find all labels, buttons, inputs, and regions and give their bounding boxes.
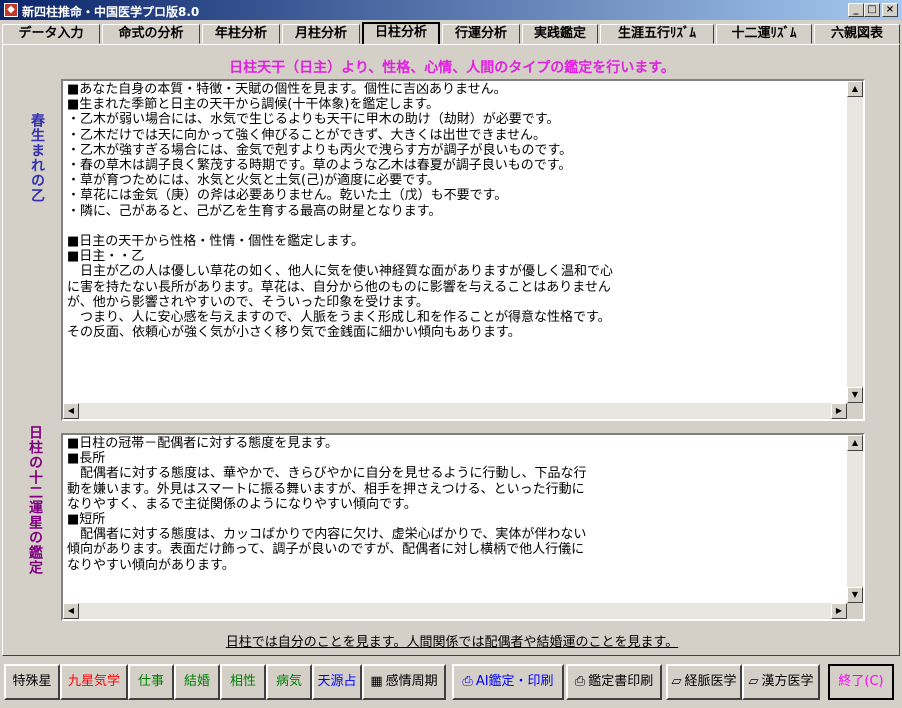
tab-bar: データ入力 命式の分析 年柱分析 月柱分析 日柱分析 行運分析 実践鑑定 生涯五… (0, 22, 902, 44)
main-panel: 日柱天干（日主）より、性格、心情、人間のタイプの鑑定を行います。 春生まれの乙 … (2, 44, 900, 656)
vertical-scrollbar[interactable]: ▲ ▼ (847, 435, 863, 603)
tab-month-pillar[interactable]: 月柱分析 (282, 24, 360, 44)
special-stars-button[interactable]: 特殊星 (4, 664, 60, 700)
marriage-button[interactable]: 結婚 (174, 664, 220, 700)
nine-star-button[interactable]: 九星気学 (60, 664, 128, 700)
app-icon: ◆ (4, 3, 18, 17)
tab-family-chart[interactable]: 六親図表 (814, 24, 900, 44)
title-bar: ◆ 新四柱推命・中国医学プロ版8.0 _ □ × (0, 0, 902, 20)
car-icon: ▱ (748, 674, 759, 689)
twelve-stages-textbox[interactable]: ■日柱の冠帯－配偶者に対する態度を見ます。 ■長所 配偶者に対する態度は、華やか… (61, 433, 865, 621)
illness-button[interactable]: 病気 (266, 664, 312, 700)
personality-textbox[interactable]: ■あなた自身の本質・特徴・天賦の個性を見ます。個性に吉凶ありません。 ■生まれた… (61, 79, 865, 421)
window-title: 新四柱推命・中国医学プロ版8.0 (22, 5, 200, 19)
scroll-corner (847, 603, 863, 619)
scroll-up-icon[interactable]: ▲ (847, 81, 863, 97)
meridian-medicine-button[interactable]: ▱ 経脈医学 (666, 664, 742, 700)
work-button[interactable]: 仕事 (128, 664, 174, 700)
maximize-button[interactable]: □ (864, 3, 880, 17)
section2-label: 日柱の十二運星の鑑定 (27, 425, 43, 575)
car-icon: ▱ (671, 674, 682, 689)
scroll-left-icon[interactable]: ◀ (63, 403, 79, 419)
scroll-down-icon[interactable]: ▼ (847, 387, 863, 403)
tab-meishiki[interactable]: 命式の分析 (102, 24, 200, 44)
page-heading: 日柱天干（日主）より、性格、心情、人間のタイプの鑑定を行います。 (229, 60, 675, 76)
horizontal-scrollbar[interactable]: ◀ ▶ (63, 403, 847, 419)
tab-year-pillar[interactable]: 年柱分析 (202, 24, 280, 44)
scroll-corner (847, 403, 863, 419)
section1-label: 春生まれの乙 (29, 113, 45, 203)
printer-icon: ⎙ (462, 674, 473, 689)
tab-lifetime-rhythm[interactable]: 生涯五行ﾘｽﾞﾑ (600, 24, 714, 44)
exit-button[interactable]: 終了(C) (828, 664, 894, 700)
bottom-toolbar: 特殊星 九星気学 仕事 結婚 相性 病気 天源占 ▦ 感情周期 ⎙ AI鑑定・印刷 … (0, 660, 902, 708)
tab-twelve-rhythm[interactable]: 十二運ﾘｽﾞﾑ (716, 24, 812, 44)
emotion-cycle-button[interactable]: ▦ 感情周期 (362, 664, 446, 700)
vertical-scrollbar[interactable]: ▲ ▼ (847, 81, 863, 403)
kampo-medicine-button[interactable]: ▱ 漢方医学 (742, 664, 820, 700)
twelve-stages-text: ■日柱の冠帯－配偶者に対する態度を見ます。 ■長所 配偶者に対する態度は、華やか… (67, 436, 587, 573)
tab-day-pillar[interactable]: 日柱分析 (362, 22, 440, 44)
tab-data-input[interactable]: データ入力 (2, 24, 100, 44)
scroll-right-icon[interactable]: ▶ (831, 603, 847, 619)
horizontal-scrollbar[interactable]: ◀ ▶ (63, 603, 847, 619)
compatibility-button[interactable]: 相性 (220, 664, 266, 700)
minimize-button[interactable]: _ (848, 3, 864, 17)
report-print-button[interactable]: ⎙ 鑑定書印刷 (566, 664, 662, 700)
close-button[interactable]: × (882, 3, 898, 17)
printer-icon: ⎙ (574, 674, 586, 689)
scroll-down-icon[interactable]: ▼ (847, 587, 863, 603)
tab-luck-analysis[interactable]: 行運分析 (442, 24, 520, 44)
scroll-up-icon[interactable]: ▲ (847, 435, 863, 451)
tengen-button[interactable]: 天源占 (312, 664, 362, 700)
personality-text: ■あなた自身の本質・特徴・天賦の個性を見ます。個性に吉凶ありません。 ■生まれた… (67, 82, 614, 341)
tab-practice[interactable]: 実践鑑定 (522, 24, 598, 44)
footer-note: 日柱では自分のことを見ます。人間関係では配偶者や結婚運のことを見ます。 (225, 635, 679, 650)
calendar-icon: ▦ (370, 674, 383, 689)
ai-print-button[interactable]: ⎙ AI鑑定・印刷 (452, 664, 564, 700)
scroll-left-icon[interactable]: ◀ (63, 603, 79, 619)
scroll-right-icon[interactable]: ▶ (831, 403, 847, 419)
